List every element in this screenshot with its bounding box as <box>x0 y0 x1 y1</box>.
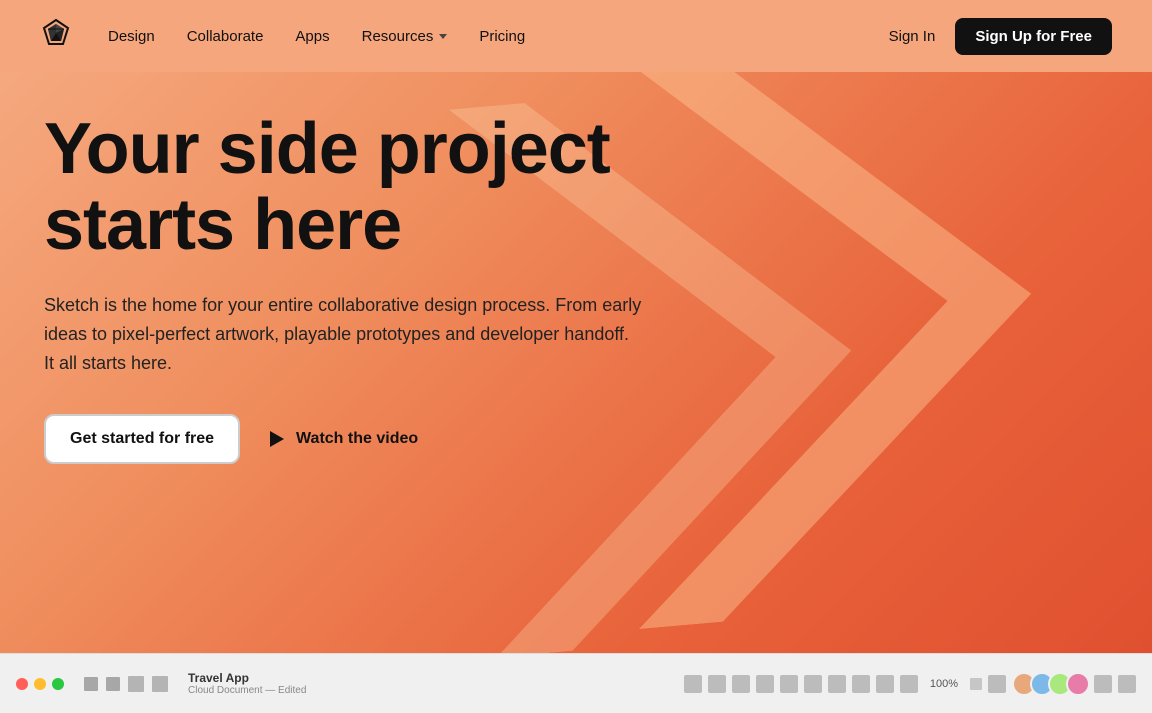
document-name: Travel App <box>188 671 306 685</box>
zoom-dropdown-icon[interactable] <box>970 678 982 690</box>
nav-actions: Sign In Sign Up for Free <box>889 18 1112 55</box>
list-view-icon[interactable] <box>152 676 168 692</box>
maximize-dot[interactable] <box>52 678 64 690</box>
collaborator-avatars <box>1012 672 1084 696</box>
nav-item-collaborate[interactable]: Collaborate <box>187 28 264 45</box>
share-icon[interactable] <box>1094 675 1112 693</box>
app-preview-bar: Travel App Cloud Document — Edited 100% <box>0 653 1152 713</box>
cta-primary-button[interactable]: Get started for free <box>44 414 240 464</box>
insert-icon[interactable] <box>708 675 726 693</box>
toolbar-nav-icons <box>84 676 168 692</box>
text-icon[interactable] <box>780 675 798 693</box>
nav-item-resources[interactable]: Resources <box>362 28 448 45</box>
avatar-4 <box>1066 672 1090 696</box>
navbar: Design Collaborate Apps Resources Pricin… <box>0 0 1152 72</box>
close-dot[interactable] <box>16 678 28 690</box>
hero-buttons: Get started for free Watch the video <box>44 414 724 464</box>
logo[interactable] <box>40 18 72 55</box>
cta-video-label: Watch the video <box>296 430 418 448</box>
back-icon[interactable] <box>84 677 98 691</box>
nav-item-apps[interactable]: Apps <box>295 28 329 45</box>
nav-links: Design Collaborate Apps Resources Pricin… <box>108 28 889 45</box>
play-prototype-icon[interactable] <box>988 675 1006 693</box>
hero-title: Your side project starts here <box>44 112 724 263</box>
minimize-dot[interactable] <box>34 678 46 690</box>
shape-icon[interactable] <box>828 675 846 693</box>
document-info: Travel App Cloud Document — Edited <box>188 671 306 696</box>
grid-view-icon[interactable] <box>128 676 144 692</box>
nav-item-pricing[interactable]: Pricing <box>479 28 525 45</box>
forward-icon[interactable] <box>106 677 120 691</box>
chevron-down-icon <box>439 34 447 39</box>
hero-subtitle: Sketch is the home for your entire colla… <box>44 291 644 377</box>
play-icon <box>268 430 286 448</box>
hero-content: Your side project starts here Sketch is … <box>44 112 724 464</box>
combine-icon[interactable] <box>876 675 894 693</box>
arrange-icon[interactable] <box>732 675 750 693</box>
hero-section: Your side project starts here Sketch is … <box>0 72 1152 653</box>
document-status: Cloud Document — Edited <box>188 685 306 696</box>
notification-icon[interactable] <box>1118 675 1136 693</box>
signin-button[interactable]: Sign In <box>889 28 936 45</box>
window-controls <box>16 678 64 690</box>
pen-icon[interactable] <box>804 675 822 693</box>
hero-title-line2: starts here <box>44 185 401 265</box>
toolbar-right: 100% <box>684 672 1136 696</box>
signup-button[interactable]: Sign Up for Free <box>955 18 1112 55</box>
flatten-icon[interactable] <box>900 675 918 693</box>
component-icon[interactable] <box>756 675 774 693</box>
mask-icon[interactable] <box>852 675 870 693</box>
hero-title-line1: Your side project <box>44 109 610 189</box>
zoom-level[interactable]: 100% <box>924 678 964 690</box>
add-icon[interactable] <box>684 675 702 693</box>
cta-video-button[interactable]: Watch the video <box>268 430 418 448</box>
nav-item-design[interactable]: Design <box>108 28 155 45</box>
